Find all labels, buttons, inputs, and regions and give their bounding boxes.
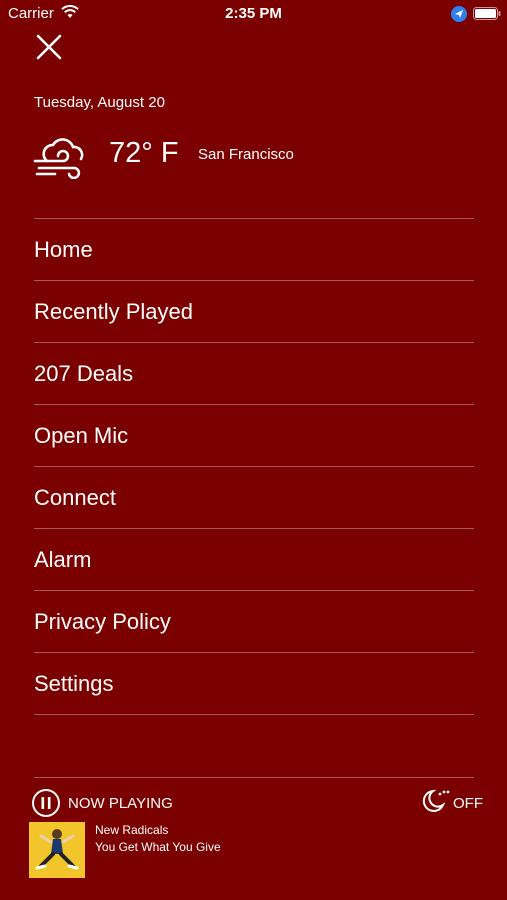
pause-button[interactable] <box>31 788 61 818</box>
menu-item-home[interactable]: Home <box>34 219 474 280</box>
menu-divider <box>34 714 474 715</box>
windy-cloud-icon <box>33 137 87 184</box>
menu-item-alarm[interactable]: Alarm <box>34 529 474 590</box>
sleep-timer-button[interactable]: OFF <box>421 788 483 818</box>
battery-icon <box>473 7 501 25</box>
sleep-timer-label: OFF <box>453 794 483 812</box>
artist-name: New Radicals <box>95 823 169 837</box>
now-playing-divider <box>34 777 474 778</box>
now-playing-label: NOW PLAYING <box>68 795 173 812</box>
location-icon <box>451 6 467 27</box>
menu-item-connect[interactable]: Connect <box>34 467 474 528</box>
status-time: 2:35 PM <box>225 5 282 22</box>
menu-item-recently-played[interactable]: Recently Played <box>34 281 474 342</box>
temperature-label: 72° F <box>109 137 179 169</box>
close-button[interactable] <box>34 32 64 62</box>
close-icon <box>34 34 64 66</box>
menu-item-deals[interactable]: 207 Deals <box>34 343 474 404</box>
album-art[interactable] <box>29 822 85 878</box>
sleep-timer-icon <box>421 788 451 819</box>
menu-item-open-mic[interactable]: Open Mic <box>34 405 474 466</box>
menu-item-privacy-policy[interactable]: Privacy Policy <box>34 591 474 652</box>
menu-item-settings[interactable]: Settings <box>34 653 474 714</box>
song-title: You Get What You Give <box>95 840 221 854</box>
city-label: San Francisco <box>198 146 294 163</box>
main-menu: Home Recently Played 207 Deals Open Mic … <box>34 218 474 715</box>
status-bar: Carrier 2:35 PM <box>0 0 507 28</box>
pause-icon <box>31 789 61 822</box>
date-label: Tuesday, August 20 <box>34 94 165 111</box>
